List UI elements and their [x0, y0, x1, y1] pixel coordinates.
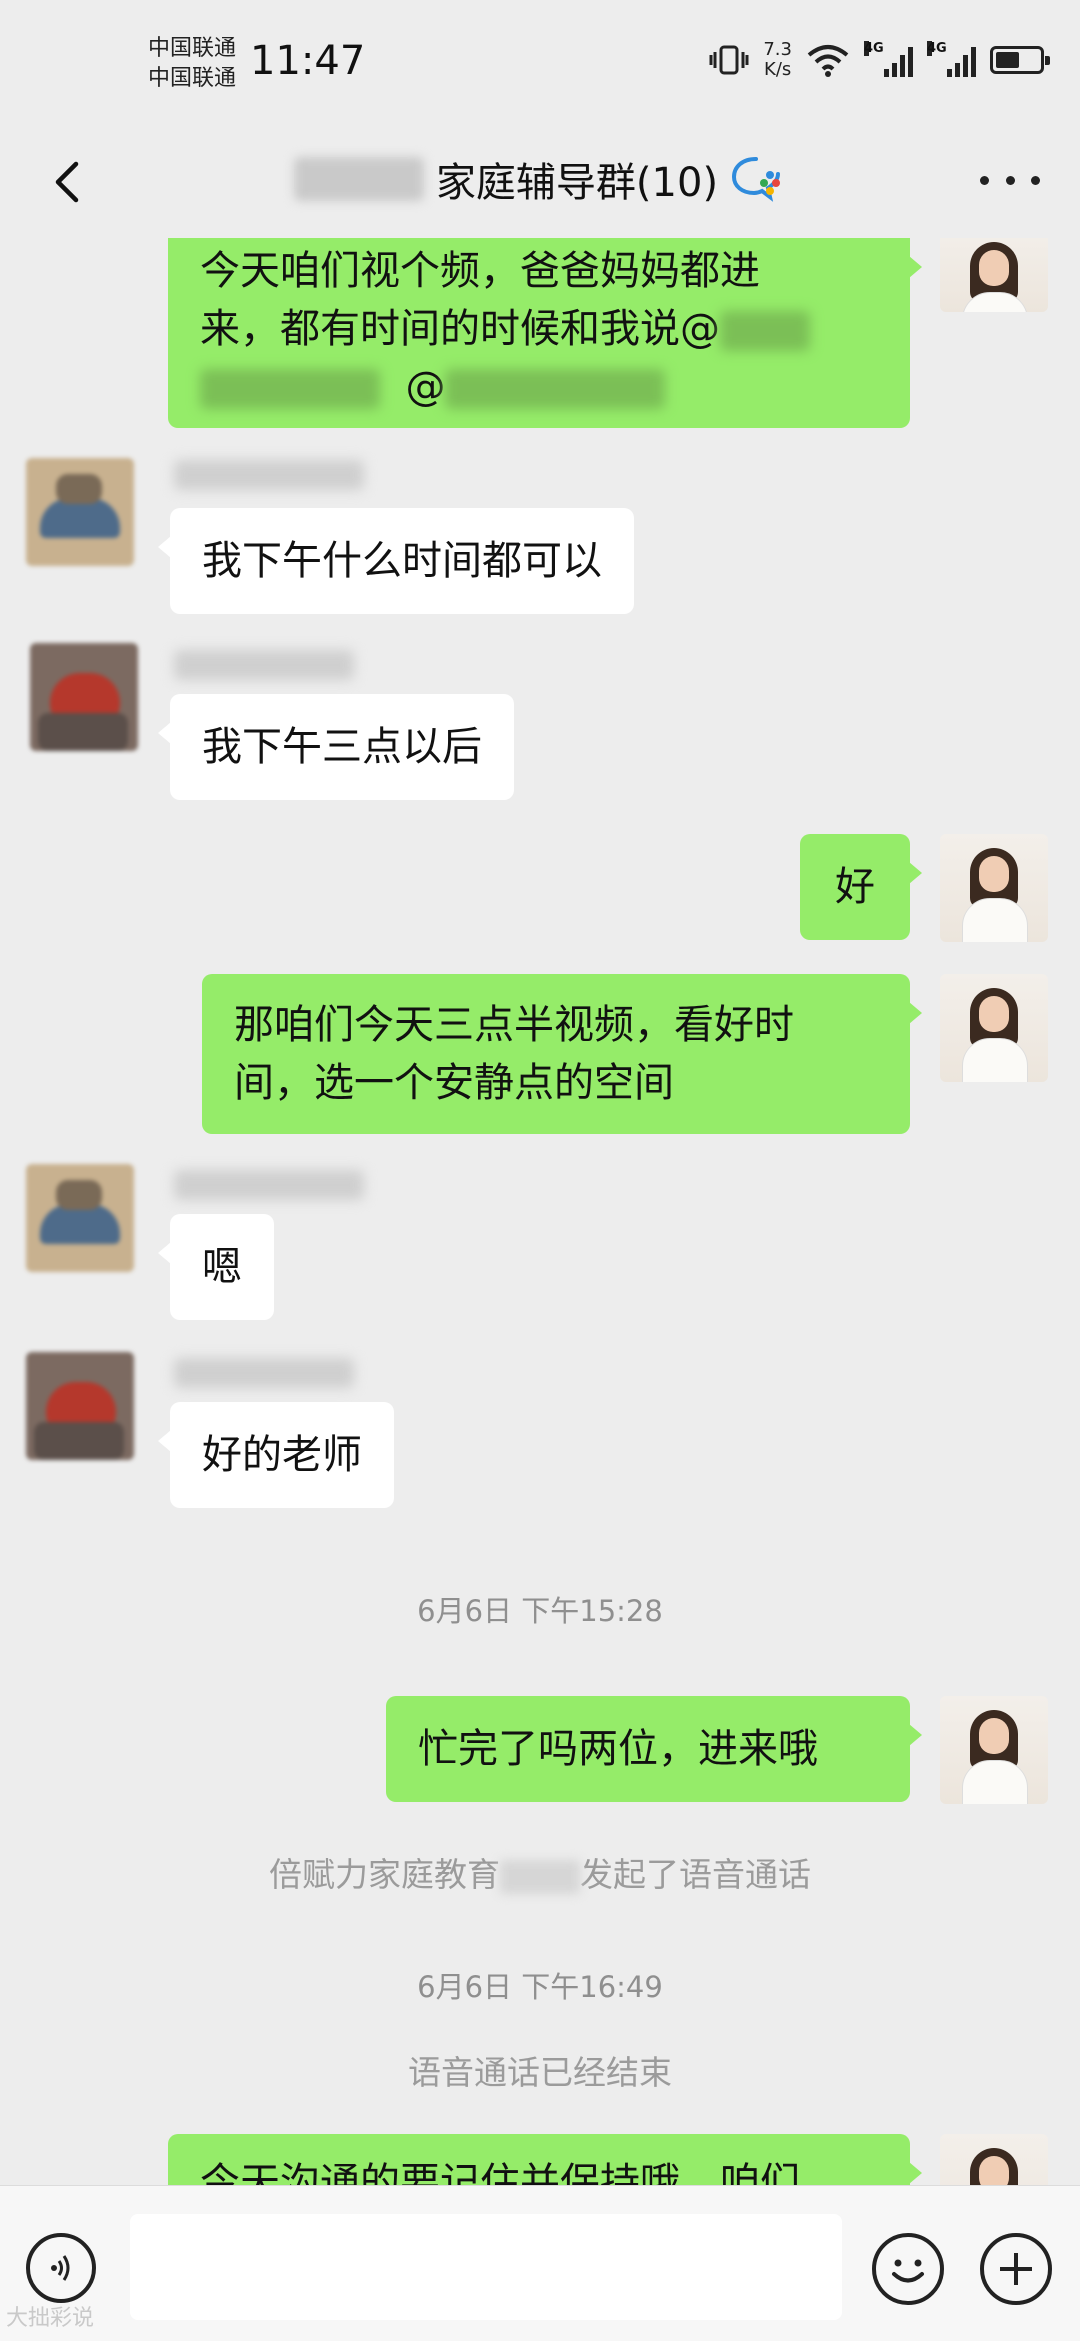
timestamp-divider: 6月6日 下午16:49	[417, 1970, 663, 2004]
enterprise-chat-icon	[732, 157, 781, 202]
status-time: 11:47	[250, 38, 366, 84]
chat-title[interactable]: 家庭辅导群(10)	[436, 150, 718, 208]
system-message: 倍赋力家庭教育 发起了语音通话	[269, 1855, 811, 1894]
message-bubble-sent[interactable]: 那咱们今天三点半视频，看好时 间，选一个安静点的空间	[202, 974, 922, 1134]
input-bar	[0, 2185, 1080, 2341]
message-bubble-sent[interactable]: 忙完了吗两位，进来哦	[386, 1696, 922, 1802]
message-bubble-sent[interactable]: 今天咱们视个频，爸爸妈妈都进 来，都有时间的时候和我说@ @	[168, 238, 922, 428]
sender-nickname	[174, 1170, 364, 1200]
avatar[interactable]	[940, 2134, 1048, 2185]
emoji-button[interactable]	[872, 2233, 944, 2305]
more-functions-button[interactable]	[980, 2233, 1052, 2305]
message-bubble-received[interactable]: 好的老师	[158, 1402, 394, 1508]
message-bubble-received[interactable]: 嗯	[158, 1214, 274, 1320]
avatar[interactable]	[26, 1164, 134, 1272]
message-bubble-received[interactable]: 我下午三点以后	[158, 694, 514, 800]
battery-icon	[990, 46, 1050, 74]
avatar[interactable]	[940, 834, 1048, 942]
signal-icon-2: 4G	[927, 41, 976, 77]
sender-nickname	[174, 1358, 354, 1388]
timestamp-divider: 6月6日 下午15:28	[417, 1594, 663, 1628]
smiley-icon	[892, 2259, 924, 2283]
watermark: 大拙彩说	[6, 2306, 95, 2331]
avatar[interactable]	[26, 458, 134, 566]
more-options-button[interactable]	[980, 160, 1040, 200]
battery-level	[996, 52, 1019, 68]
status-icons: 7.3 K/s 4G 4G	[709, 39, 1050, 80]
avatar[interactable]	[30, 643, 138, 751]
voice-input-button[interactable]	[26, 2233, 96, 2303]
carrier-labels: 中国联通 中国联通	[148, 34, 236, 94]
avatar[interactable]	[940, 1696, 1048, 1804]
status-bar: 中国联通 中国联通 11:47 7.3 K/s 4G 4G	[0, 0, 1080, 130]
network-speed: 7.3 K/s	[763, 39, 792, 80]
message-input[interactable]	[130, 2214, 842, 2320]
avatar[interactable]	[26, 1352, 134, 1460]
carrier-2: 中国联通	[148, 66, 237, 91]
carrier-1: 中国联通	[148, 36, 237, 61]
signal-icon-1: 4G	[864, 41, 913, 77]
system-message: 语音通话已经结束	[408, 2053, 672, 2092]
message-bubble-received[interactable]: 我下午什么时间都可以	[158, 508, 634, 614]
blurred-name	[293, 157, 424, 201]
chat-header: 家庭辅导群(10)	[0, 130, 1080, 238]
message-bubble-sent[interactable]: 好	[800, 834, 922, 940]
chat-title-wrap: 家庭辅导群(10)	[0, 150, 1080, 208]
sender-nickname	[174, 650, 354, 680]
avatar[interactable]	[940, 238, 1048, 312]
message-list[interactable]: 今天咱们视个频，爸爸妈妈都进 来，都有时间的时候和我说@ @ 我下午什么时间都可…	[0, 238, 1080, 2185]
avatar[interactable]	[940, 974, 1048, 1082]
sender-nickname	[174, 460, 364, 490]
wifi-icon	[807, 45, 849, 77]
message-bubble-sent[interactable]: 今天沟通的要记住并保持哦，咱们	[168, 2134, 922, 2185]
voice-icon	[51, 2255, 70, 2281]
vibrate-icon	[709, 45, 749, 75]
